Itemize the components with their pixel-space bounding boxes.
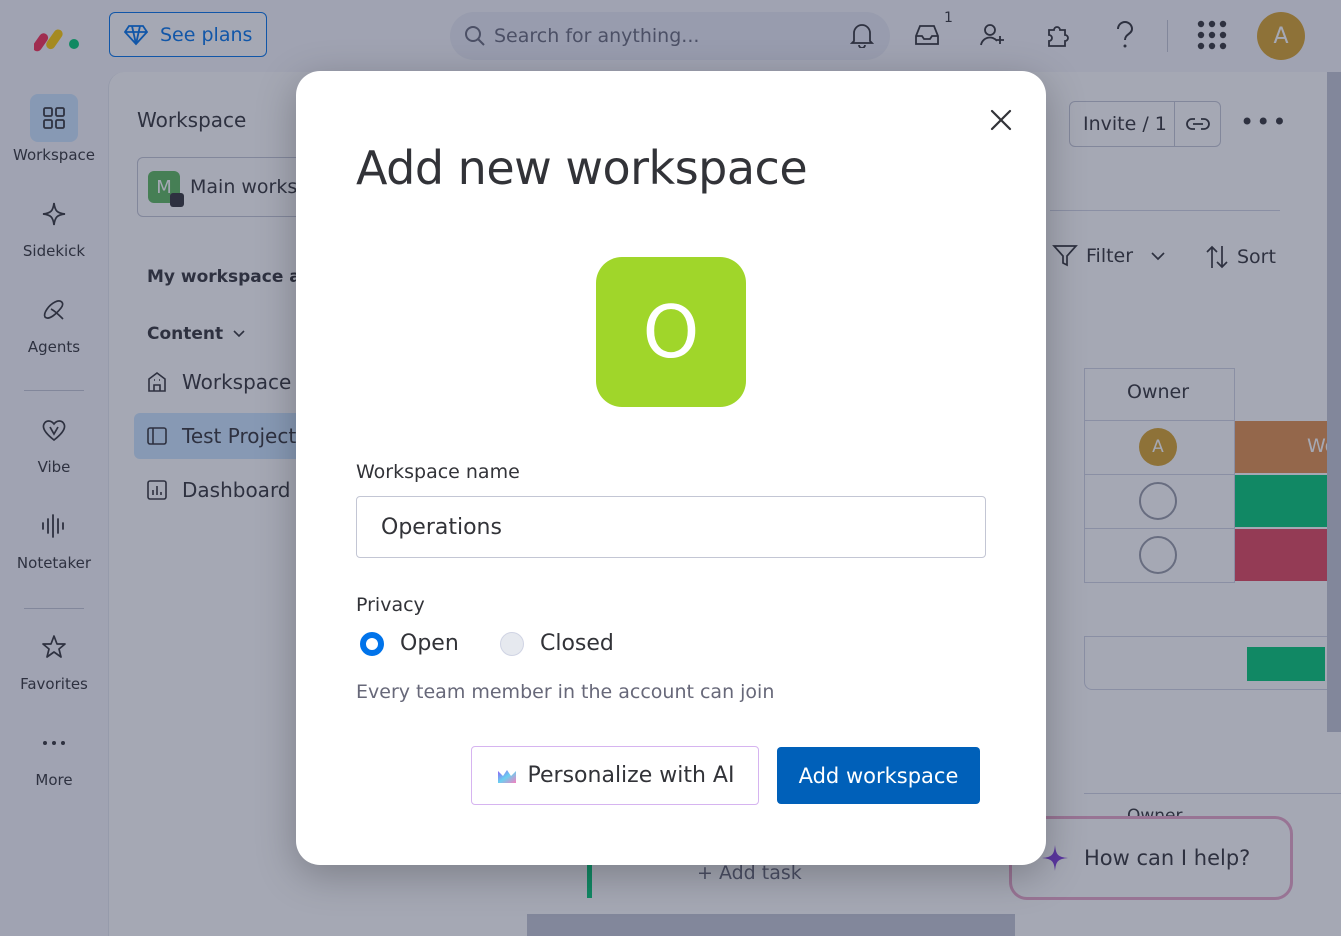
add-workspace-dialog: Add new workspace O Workspace name Priva… [296, 71, 1046, 865]
close-button[interactable] [984, 103, 1018, 137]
add-workspace-button[interactable]: Add workspace [777, 747, 980, 804]
privacy-closed-option[interactable]: Closed [500, 631, 614, 656]
close-icon [990, 109, 1012, 131]
dialog-title: Add new workspace [356, 141, 808, 195]
workspace-name-label: Workspace name [356, 461, 520, 483]
workspace-icon-letter: O [642, 290, 700, 374]
personalize-label: Personalize with AI [527, 763, 735, 788]
privacy-closed-label: Closed [540, 631, 614, 656]
privacy-description: Every team member in the account can joi… [356, 681, 775, 703]
workspace-icon-preview[interactable]: O [596, 257, 746, 407]
ai-gradient-icon [497, 769, 516, 783]
personalize-with-ai-button[interactable]: Personalize with AI [471, 746, 759, 805]
privacy-open-label: Open [400, 631, 459, 656]
workspace-name-input[interactable] [356, 496, 986, 558]
privacy-open-option[interactable]: Open [360, 631, 459, 656]
radio-selected[interactable] [360, 631, 384, 656]
privacy-label: Privacy [356, 594, 425, 616]
radio-unselected[interactable] [500, 631, 524, 656]
